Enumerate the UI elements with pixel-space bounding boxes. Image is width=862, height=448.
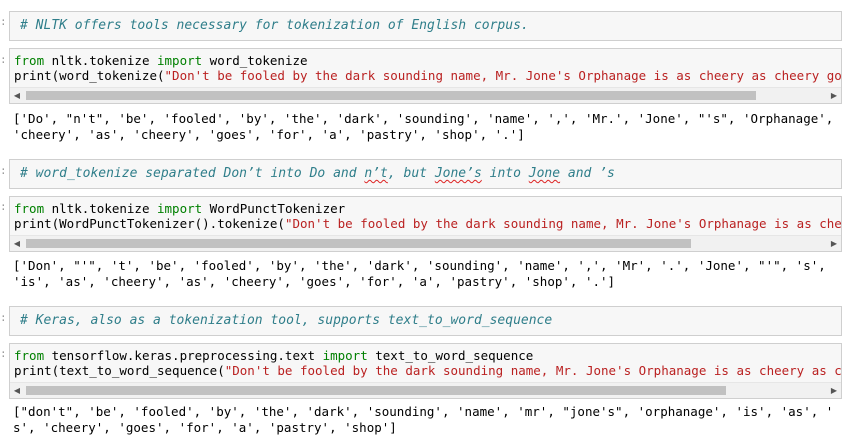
cell-gutter-marker: : <box>0 53 7 66</box>
scrollbar-thumb[interactable] <box>26 239 691 248</box>
horizontal-scrollbar[interactable]: ◀ ▶ <box>10 87 841 103</box>
markdown-cell-word-tokenize-note[interactable]: # word_tokenize separated Don’t into Do … <box>9 159 842 189</box>
markdown-text-part: into <box>481 166 529 181</box>
cell-gutter-marker: : <box>0 311 7 324</box>
module-name: nltk.tokenize <box>44 201 157 216</box>
markdown-cell-keras-note[interactable]: # Keras, also as a tokenization tool, su… <box>9 306 842 336</box>
scroll-left-arrow-icon[interactable]: ◀ <box>10 88 24 103</box>
cell-output-text-to-word-sequence: ["don't", 'be', 'fooled', 'by', 'the', '… <box>13 404 833 436</box>
markdown-cell-nltk-intro[interactable]: # NLTK offers tools necessary for tokeni… <box>9 11 842 41</box>
horizontal-scrollbar[interactable]: ◀ ▶ <box>10 382 841 398</box>
print-call: print(WordPunctTokenizer().tokenize( <box>14 216 285 231</box>
print-call: print(word_tokenize( <box>14 68 165 83</box>
keyword-from: from <box>14 201 45 216</box>
cell-gutter-marker: : <box>0 347 7 360</box>
code-cell-wordpunct-tokenizer[interactable]: from nltk.tokenize import WordPunctToken… <box>9 196 842 252</box>
output-line: s', 'cheery', 'goes', 'for', 'a', 'pastr… <box>13 420 397 435</box>
scroll-right-arrow-icon[interactable]: ▶ <box>827 383 841 398</box>
spellcheck-word: Jone’s <box>434 166 482 181</box>
code-editor[interactable]: from tensorflow.keras.preprocessing.text… <box>10 344 841 380</box>
markdown-cell-text: # NLTK offers tools necessary for tokeni… <box>20 18 529 33</box>
code-cell-text-to-word-sequence[interactable]: from tensorflow.keras.preprocessing.text… <box>9 343 842 399</box>
scrollbar-thumb[interactable] <box>26 91 756 100</box>
horizontal-scrollbar[interactable]: ◀ ▶ <box>10 235 841 251</box>
markdown-text-part: # word_tokenize separated Don’t into Do … <box>20 166 365 181</box>
cell-gutter-marker: : <box>0 164 7 177</box>
output-line: ['Don', "'", 't', 'be', 'fooled', 'by', … <box>13 258 833 273</box>
string-literal: "Don't be fooled by the dark sounding na… <box>284 216 841 231</box>
keyword-import: import <box>157 201 203 216</box>
code-cell-word-tokenize[interactable]: from nltk.tokenize import word_tokenize … <box>9 48 842 104</box>
spellcheck-word: n’t <box>364 166 388 181</box>
scrollbar-thumb[interactable] <box>26 386 726 395</box>
output-line: ["don't", 'be', 'fooled', 'by', 'the', '… <box>13 404 833 419</box>
cell-output-word-tokenize: ['Do', "n't", 'be', 'fooled', 'by', 'the… <box>13 111 833 143</box>
imported-name: text_to_word_sequence <box>367 348 534 363</box>
markdown-text-part: , but <box>387 166 435 181</box>
cell-gutter-marker: : <box>0 200 7 213</box>
keyword-from: from <box>14 348 45 363</box>
spellcheck-word: Jone <box>528 166 561 181</box>
scroll-left-arrow-icon[interactable]: ◀ <box>10 383 24 398</box>
module-name: tensorflow.keras.preprocessing.text <box>44 348 323 363</box>
output-line: 'is', 'as', 'cheery', 'as', 'cheery', 'g… <box>13 274 616 289</box>
markdown-text-part: and ’s <box>560 166 615 181</box>
cell-gutter-marker: : <box>0 15 7 28</box>
keyword-from: from <box>14 53 45 68</box>
module-name: nltk.tokenize <box>44 53 157 68</box>
print-call: print(text_to_word_sequence( <box>14 363 225 378</box>
imported-name: WordPunctTokenizer <box>202 201 346 216</box>
output-line: 'cheery', 'as', 'cheery', 'goes', 'for',… <box>13 127 525 142</box>
imported-name: word_tokenize <box>202 53 308 68</box>
string-literal: "Don't be fooled by the dark sounding na… <box>224 363 841 378</box>
code-editor[interactable]: from nltk.tokenize import word_tokenize … <box>10 49 841 85</box>
keyword-import: import <box>322 348 368 363</box>
output-line: ['Do', "n't", 'be', 'fooled', 'by', 'the… <box>13 111 833 126</box>
markdown-cell-text: # Keras, also as a tokenization tool, su… <box>20 313 553 328</box>
code-editor[interactable]: from nltk.tokenize import WordPunctToken… <box>10 197 841 233</box>
scroll-left-arrow-icon[interactable]: ◀ <box>10 236 24 251</box>
scroll-right-arrow-icon[interactable]: ▶ <box>827 236 841 251</box>
scroll-right-arrow-icon[interactable]: ▶ <box>827 88 841 103</box>
string-literal: "Don't be fooled by the dark sounding na… <box>164 68 841 83</box>
keyword-import: import <box>157 53 203 68</box>
cell-output-wordpunct: ['Don', "'", 't', 'be', 'fooled', 'by', … <box>13 258 833 290</box>
